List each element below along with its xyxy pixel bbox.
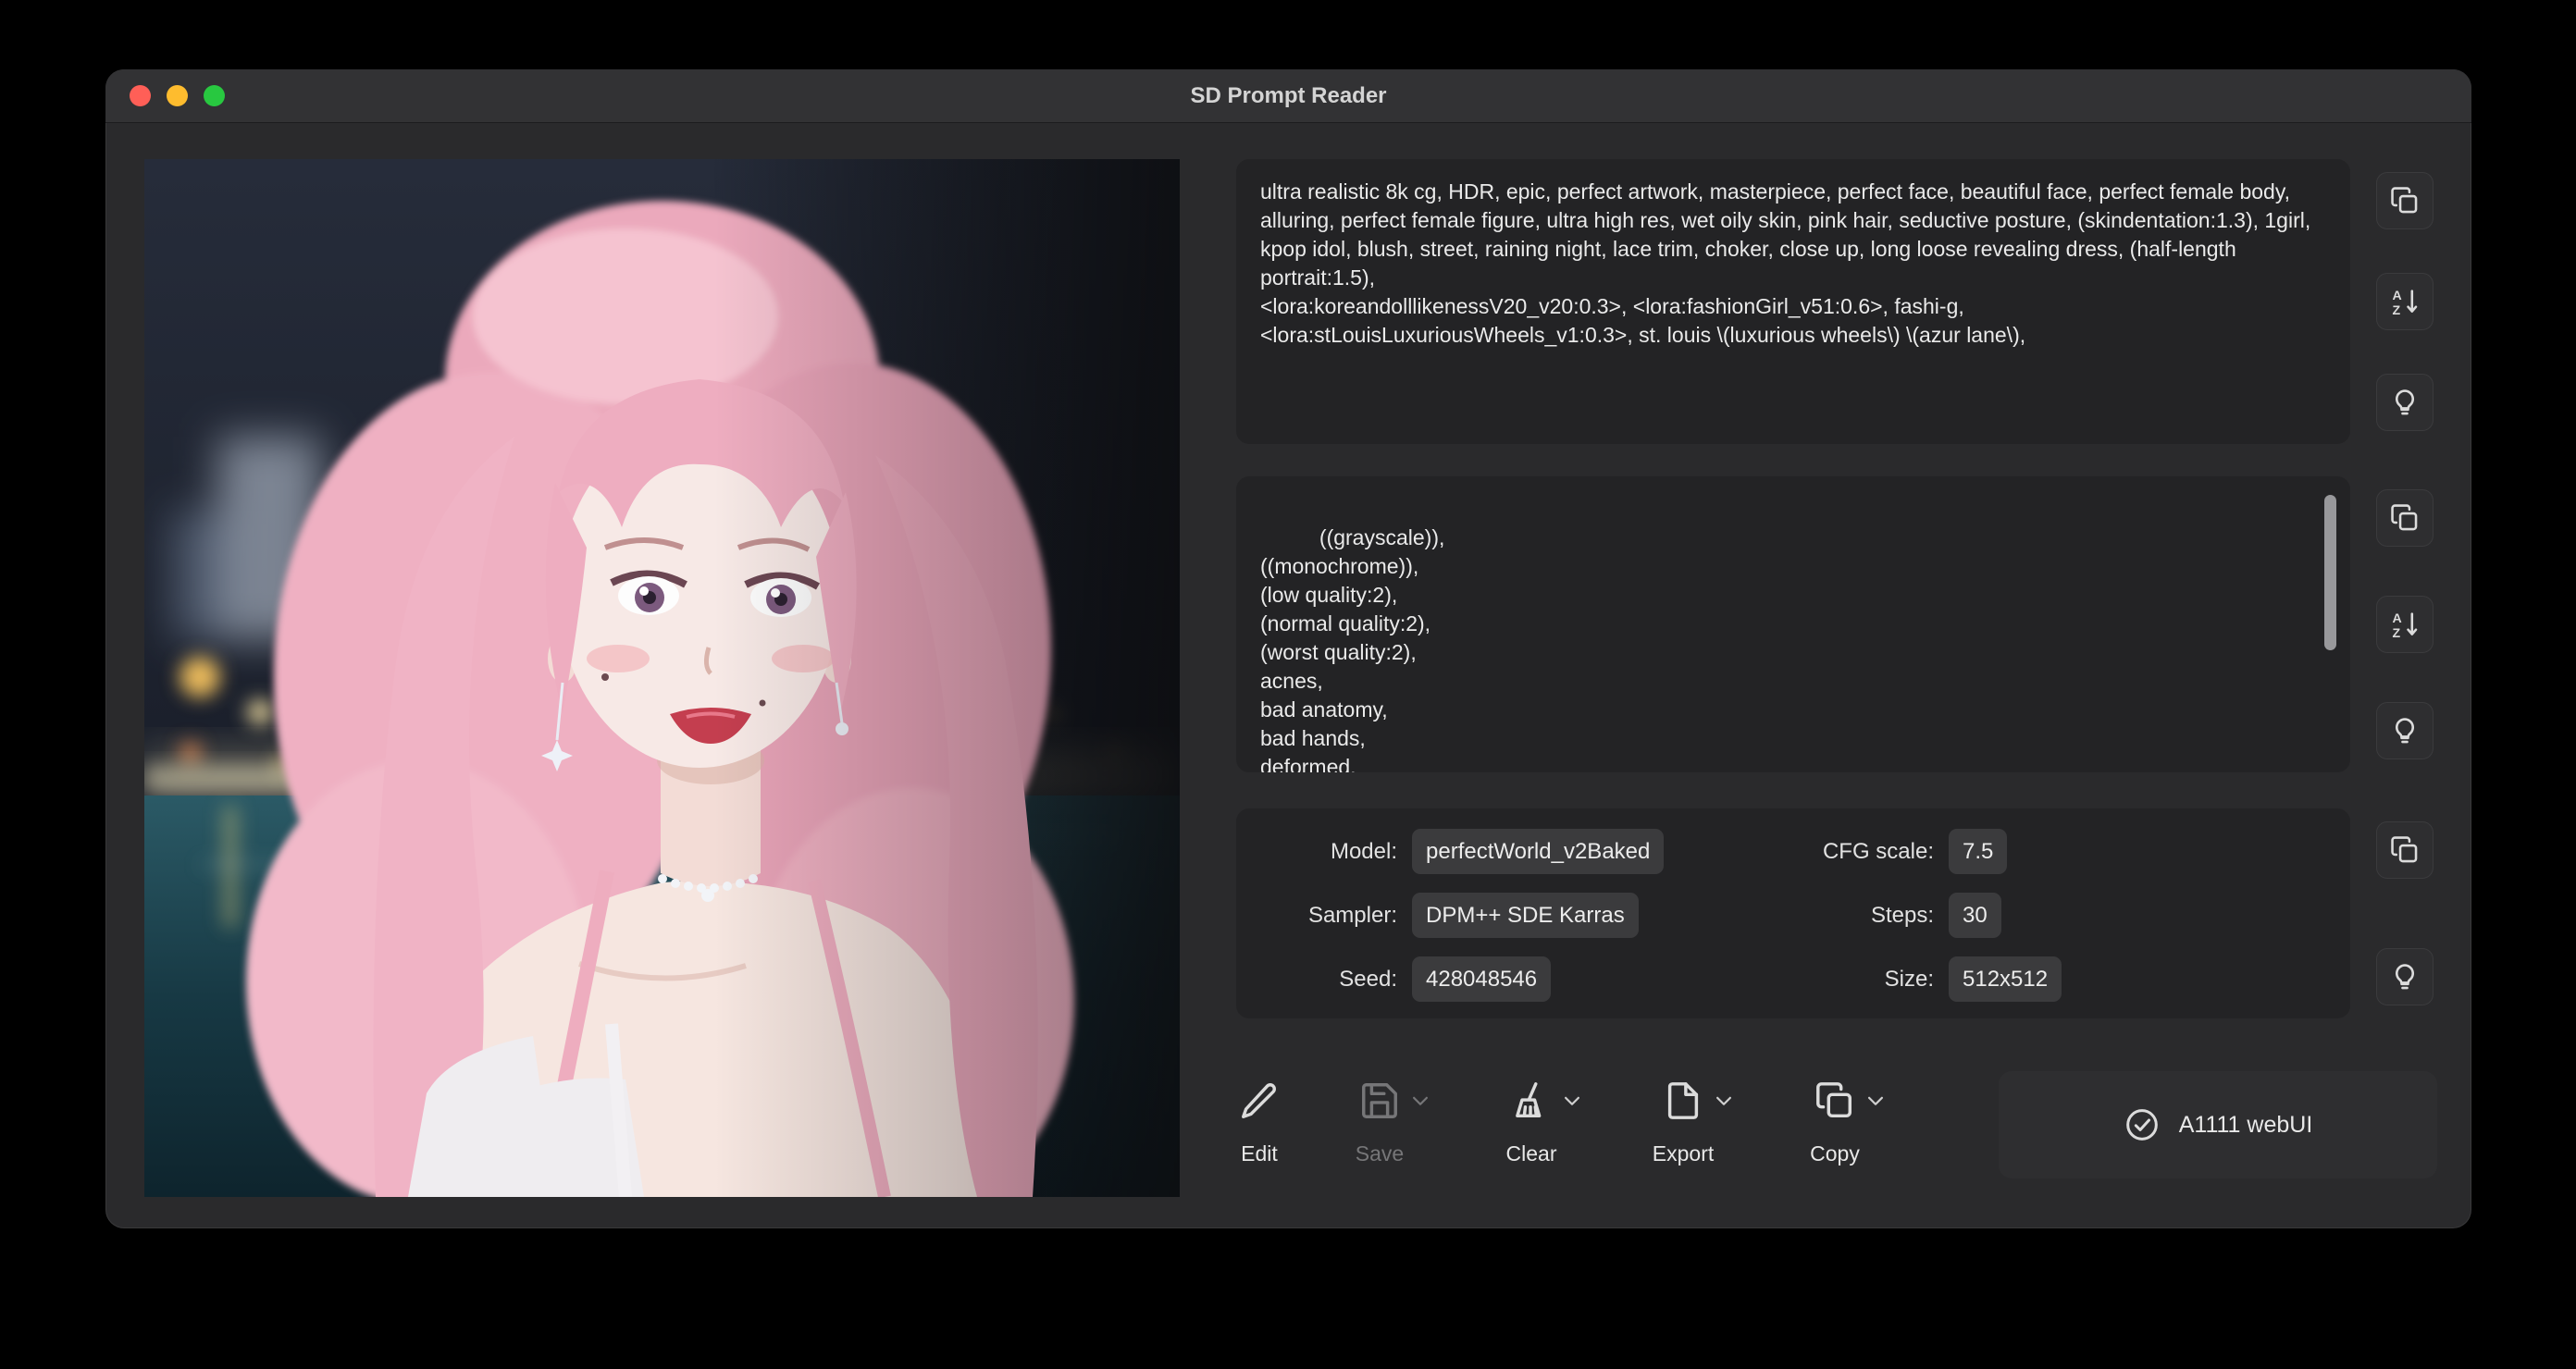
steps-label: Steps: — [1767, 901, 1934, 930]
generated-image — [144, 159, 1180, 1197]
chevron-down-icon — [1710, 1087, 1738, 1115]
clear-label: Clear — [1508, 1141, 1554, 1166]
save-label: Save — [1356, 1141, 1403, 1166]
copy-label: Copy — [1812, 1141, 1858, 1166]
positive-copy-button[interactable] — [2376, 172, 2434, 229]
edit-tool: Edit — [1236, 1071, 1282, 1166]
negative-copy-button[interactable] — [2376, 489, 2434, 547]
settings-section: Model: perfectWorld_v2Baked CFG scale: 7… — [1236, 808, 2437, 1018]
positive-prompt-actions: A Z — [2372, 159, 2437, 444]
export-label: Export — [1660, 1141, 1706, 1166]
copy-button[interactable] — [1812, 1079, 1858, 1122]
size-value: 512x512 — [1949, 956, 2062, 1002]
model-label: Model: — [1268, 837, 1397, 866]
chevron-down-icon — [1406, 1087, 1434, 1115]
minimize-button[interactable] — [167, 85, 188, 106]
zoom-button[interactable] — [204, 85, 225, 106]
edit-button[interactable] — [1236, 1079, 1282, 1122]
sort-az-icon: A Z — [2389, 286, 2421, 317]
settings-panel: Model: perfectWorld_v2Baked CFG scale: 7… — [1236, 808, 2350, 1018]
export-menu-button[interactable] — [1710, 1087, 1738, 1115]
svg-text:A: A — [2393, 289, 2402, 303]
save-tool: Save — [1356, 1071, 1434, 1166]
copy-menu-button[interactable] — [1862, 1087, 1889, 1115]
lightbulb-icon — [2389, 387, 2421, 418]
copy-icon — [2389, 185, 2421, 216]
settings-actions — [2372, 808, 2437, 1018]
cfg-scale-label: CFG scale: — [1767, 837, 1934, 866]
save-icon — [1358, 1079, 1401, 1122]
svg-text:Z: Z — [2393, 626, 2401, 640]
cfg-scale-value: 7.5 — [1949, 829, 2007, 874]
negative-prompt-text: ((grayscale)), ((monochrome)), (low qual… — [1260, 525, 1444, 772]
steps-value: 30 — [1949, 893, 2001, 938]
chevron-down-icon — [1862, 1087, 1889, 1115]
settings-view-button[interactable] — [2376, 948, 2434, 1005]
copy-icon — [2389, 502, 2421, 534]
copy-icon — [2389, 834, 2421, 866]
pencil-icon — [1238, 1079, 1281, 1122]
negative-view-button[interactable] — [2376, 702, 2434, 759]
document-icon — [1662, 1079, 1704, 1122]
window-titlebar[interactable]: SD Prompt Reader — [105, 69, 2471, 123]
status-label: A1111 webUI — [2179, 1112, 2313, 1139]
negative-prompt-textarea[interactable]: ((grayscale)), ((monochrome)), (low qual… — [1236, 476, 2350, 772]
copy-icon — [1814, 1079, 1856, 1122]
positive-prompt-textarea[interactable]: ultra realistic 8k cg, HDR, epic, perfec… — [1236, 159, 2350, 444]
clear-tool: Clear — [1508, 1071, 1586, 1166]
clear-menu-button[interactable] — [1558, 1087, 1586, 1115]
format-status-badge[interactable]: A1111 webUI — [1999, 1071, 2437, 1178]
app-window: SD Prompt Reader — [105, 69, 2471, 1228]
check-circle-icon — [2124, 1106, 2161, 1143]
settings-grid: Model: perfectWorld_v2Baked CFG scale: 7… — [1268, 829, 2319, 1002]
size-label: Size: — [1767, 965, 1934, 993]
negative-prompt-section: ((grayscale)), ((monochrome)), (low qual… — [1236, 476, 2437, 772]
export-button[interactable] — [1660, 1079, 1706, 1122]
model-value: perfectWorld_v2Baked — [1412, 829, 1664, 874]
bottom-toolbar: Edit — [1236, 1071, 2437, 1178]
sampler-value: DPM++ SDE Karras — [1412, 893, 1639, 938]
save-button[interactable] — [1356, 1079, 1403, 1122]
sampler-label: Sampler: — [1268, 901, 1397, 930]
close-button[interactable] — [130, 85, 151, 106]
positive-view-button[interactable] — [2376, 374, 2434, 431]
window-title: SD Prompt Reader — [1190, 83, 1386, 109]
traffic-lights — [130, 69, 225, 122]
chevron-down-icon — [1558, 1087, 1586, 1115]
settings-copy-button[interactable] — [2376, 821, 2434, 879]
negative-sort-button[interactable]: A Z — [2376, 596, 2434, 653]
copy-tool: Copy — [1812, 1071, 1889, 1166]
positive-prompt-section: ultra realistic 8k cg, HDR, epic, perfec… — [1236, 159, 2437, 444]
seed-value: 428048546 — [1412, 956, 1551, 1002]
positive-sort-button[interactable]: A Z — [2376, 273, 2434, 330]
negative-scrollbar[interactable] — [2324, 495, 2336, 650]
svg-text:A: A — [2393, 611, 2402, 626]
image-preview[interactable] — [144, 159, 1180, 1197]
seed-label: Seed: — [1268, 965, 1397, 993]
window-content: ultra realistic 8k cg, HDR, epic, perfec… — [105, 122, 2471, 1228]
lightbulb-icon — [2389, 715, 2421, 746]
svg-text:Z: Z — [2393, 303, 2401, 317]
save-menu-button[interactable] — [1406, 1087, 1434, 1115]
sort-az-icon: A Z — [2389, 609, 2421, 640]
broom-icon — [1510, 1079, 1553, 1122]
negative-prompt-actions: A Z — [2372, 476, 2437, 772]
clear-button[interactable] — [1508, 1079, 1554, 1122]
lightbulb-icon — [2389, 961, 2421, 993]
export-tool: Export — [1660, 1071, 1738, 1166]
edit-label: Edit — [1236, 1141, 1282, 1166]
